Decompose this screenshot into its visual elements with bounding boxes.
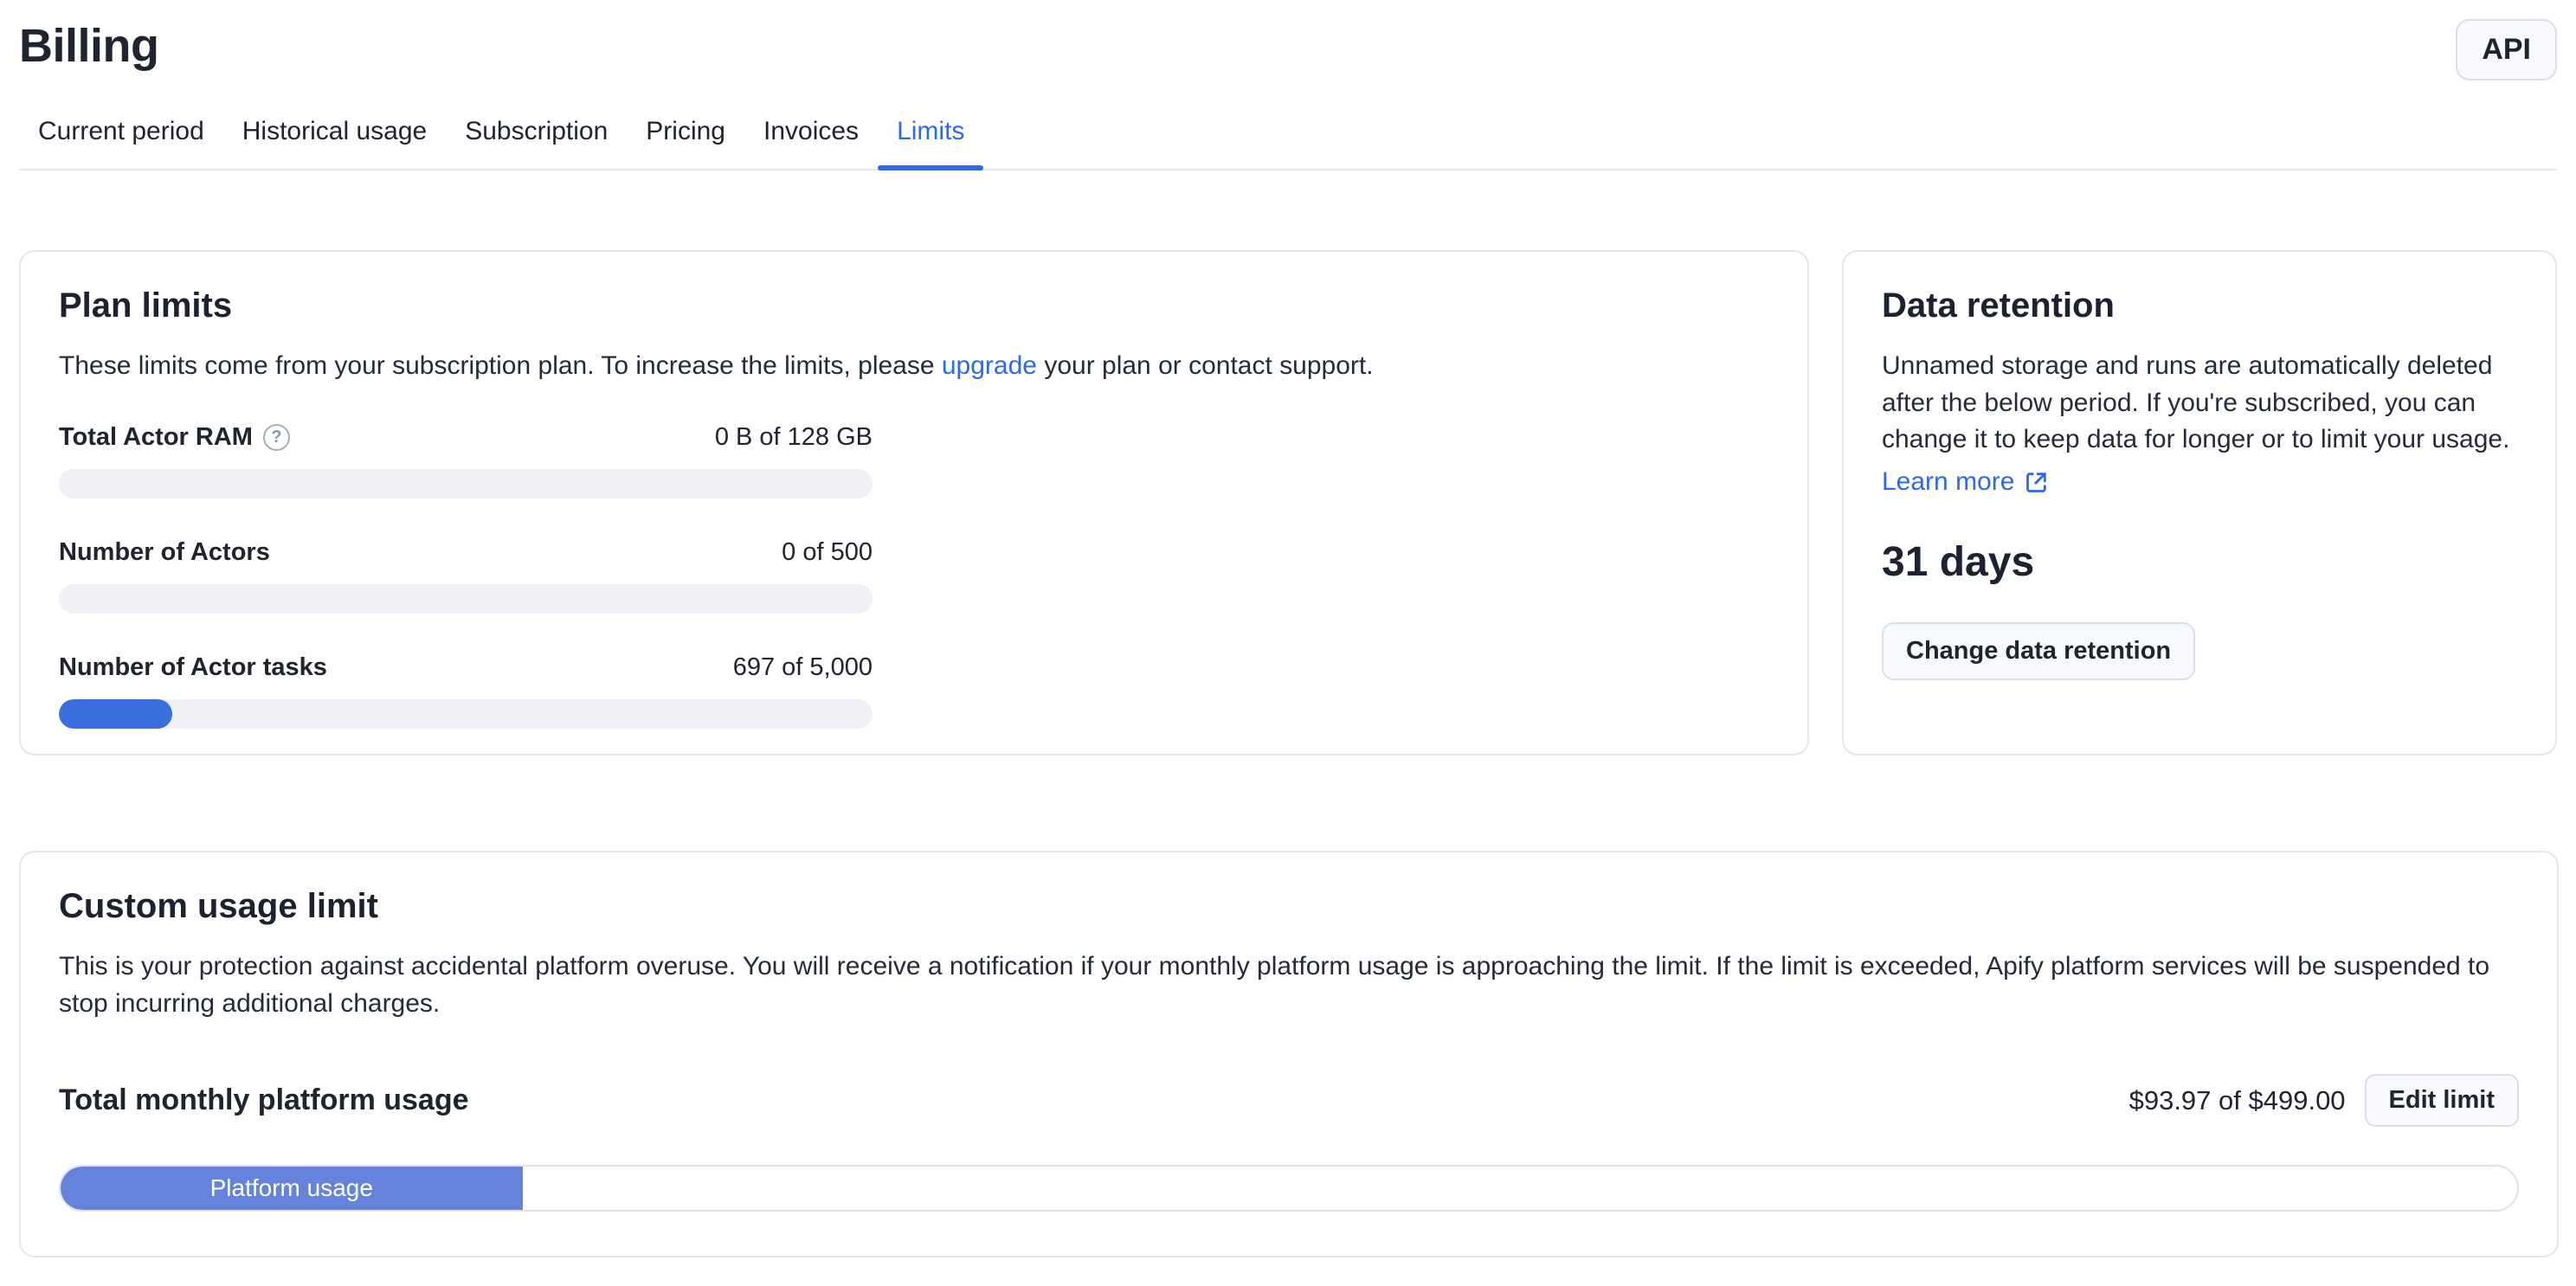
progress-track: [59, 699, 873, 729]
platform-usage-segment-label: Platform usage: [210, 1174, 373, 1202]
custom-usage-limit-card: Custom usage limit This is your protecti…: [19, 851, 2559, 1257]
usage-row: Total monthly platform usage $93.97 of $…: [59, 1074, 2519, 1127]
limit-row-number-of-actor-tasks: Number of Actor tasks 697 of 5,000: [59, 653, 873, 729]
tab-invoices[interactable]: Invoices: [744, 103, 878, 169]
learn-more-label: Learn more: [1882, 467, 2014, 497]
limit-value: 0 of 500: [782, 538, 873, 567]
usage-value: $93.97 of $499.00: [2129, 1085, 2346, 1116]
plan-limits-card: Plan limits These limits come from your …: [19, 250, 1809, 756]
upgrade-link[interactable]: upgrade: [942, 351, 1037, 380]
page-header: Billing API: [0, 0, 2576, 80]
usage-row-label: Total monthly platform usage: [59, 1083, 469, 1117]
main-content: Plan limits These limits come from your …: [0, 250, 2576, 1257]
limit-value: 0 B of 128 GB: [715, 423, 873, 452]
plan-limits-description-suffix: your plan or contact support.: [1037, 351, 1374, 380]
limit-label: Number of Actor tasks: [59, 653, 327, 682]
platform-usage-track: Platform usage: [59, 1165, 2519, 1212]
progress-track: [59, 469, 873, 498]
change-data-retention-button[interactable]: Change data retention: [1882, 622, 2195, 680]
data-retention-description: Unnamed storage and runs are automatical…: [1882, 348, 2517, 459]
limit-label-text: Number of Actor tasks: [59, 653, 327, 682]
retention-period: 31 days: [1882, 538, 2517, 586]
data-retention-card: Data retention Unnamed storage and runs …: [1842, 250, 2557, 756]
limit-value: 697 of 5,000: [733, 653, 873, 682]
limit-rows: Total Actor RAM ? 0 B of 128 GB Number o…: [59, 423, 873, 729]
plan-limits-title: Plan limits: [59, 286, 1769, 325]
platform-usage-fill: Platform usage: [61, 1167, 523, 1210]
data-retention-title: Data retention: [1882, 286, 2517, 325]
custom-usage-limit-description: This is your protection against accident…: [59, 948, 2519, 1022]
tab-limits[interactable]: Limits: [878, 103, 983, 169]
tab-subscription[interactable]: Subscription: [446, 103, 627, 169]
limit-label-text: Total Actor RAM: [59, 423, 253, 452]
learn-more-link[interactable]: Learn more: [1882, 467, 2049, 497]
page-title: Billing: [19, 19, 158, 73]
limit-row-number-of-actors: Number of Actors 0 of 500: [59, 538, 873, 614]
external-link-icon: [2025, 470, 2049, 494]
tab-current-period[interactable]: Current period: [19, 103, 223, 169]
tab-pricing[interactable]: Pricing: [627, 103, 744, 169]
edit-limit-button[interactable]: Edit limit: [2365, 1074, 2519, 1127]
billing-tabs: Current period Historical usage Subscrip…: [19, 103, 2557, 170]
limit-label: Number of Actors: [59, 538, 270, 567]
tab-historical-usage[interactable]: Historical usage: [223, 103, 446, 169]
custom-usage-limit-title: Custom usage limit: [59, 887, 2519, 926]
plan-limits-description-prefix: These limits come from your subscription…: [59, 351, 942, 380]
help-icon[interactable]: ?: [263, 424, 290, 451]
plan-limits-description: These limits come from your subscription…: [59, 348, 1769, 385]
limit-label: Total Actor RAM ?: [59, 423, 290, 452]
progress-track: [59, 584, 873, 614]
limit-label-text: Number of Actors: [59, 538, 270, 567]
limit-row-total-actor-ram: Total Actor RAM ? 0 B of 128 GB: [59, 423, 873, 498]
api-button[interactable]: API: [2456, 19, 2557, 80]
progress-fill: [59, 699, 172, 729]
